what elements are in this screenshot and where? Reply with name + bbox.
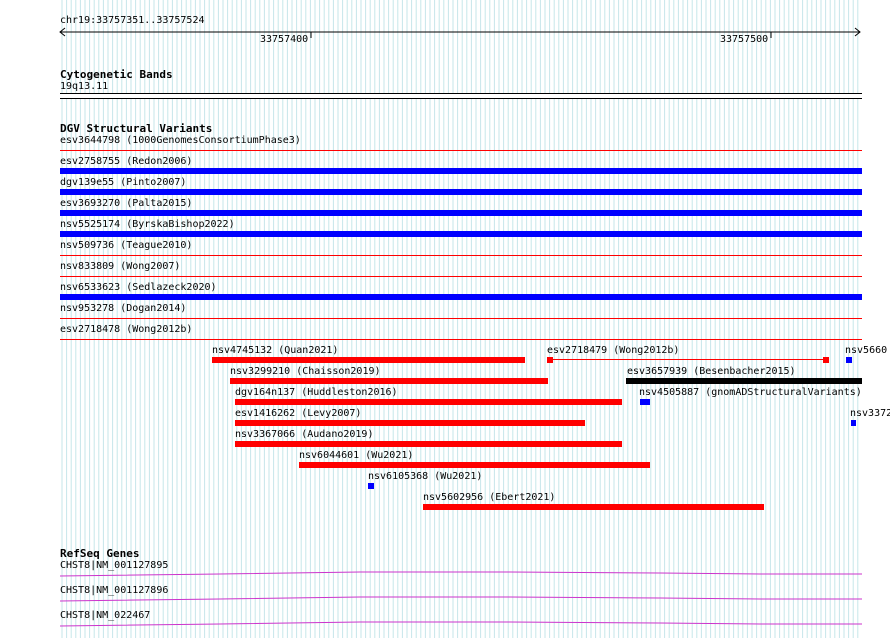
dgv-feature-label: nsv4745132 (Quan2021) [212, 345, 339, 356]
dgv-variant-line[interactable] [60, 276, 862, 277]
dgv-feature-label: nsv6044601 (Wu2021) [299, 450, 414, 461]
dgv-feature-label: nsv6105368 (Wu2021) [368, 471, 483, 482]
dgv-feature-block[interactable] [547, 357, 553, 363]
refseq-gene-line[interactable] [60, 620, 862, 628]
dgv-variant-line[interactable] [60, 255, 862, 256]
dgv-variant-label: esv2718478 (Wong2012b) [60, 324, 193, 335]
dgv-track-title: DGV Structural Variants [60, 122, 213, 135]
dgv-feature-line[interactable] [553, 359, 823, 360]
ruler-tick-label: 33757500 [720, 34, 769, 45]
dgv-variant-label: dgv139e55 (Pinto2007) [60, 177, 187, 188]
dgv-feature-bar[interactable] [640, 399, 650, 405]
dgv-feature-label: dgv164n137 (Huddleston2016) [235, 387, 398, 398]
dgv-variant-bar[interactable] [60, 210, 862, 216]
dgv-feature-block[interactable] [823, 357, 829, 363]
dgv-feature-label: nsv5602956 (Ebert2021) [423, 492, 556, 503]
cytoband-label: 19q13.11 [60, 81, 109, 92]
dgv-feature-bar[interactable] [851, 420, 856, 426]
dgv-feature-label: nsv5660 [845, 345, 888, 356]
dgv-feature-bar[interactable] [299, 462, 650, 468]
dgv-feature-bar[interactable] [368, 483, 374, 489]
dgv-feature-bar[interactable] [846, 357, 852, 363]
dgv-variant-label: esv2758755 (Redon2006) [60, 156, 193, 167]
ruler-tick-label: 33757400 [260, 34, 309, 45]
dgv-feature-label: nsv3372 [850, 408, 890, 419]
dgv-variant-label: nsv6533623 (Sedlazeck2020) [60, 282, 217, 293]
dgv-variant-line[interactable] [60, 318, 862, 319]
dgv-variant-line[interactable] [60, 150, 862, 151]
dgv-feature-label: nsv3299210 (Chaisson2019) [230, 366, 381, 377]
dgv-feature-bar[interactable] [235, 399, 622, 405]
dgv-variant-label: nsv953278 (Dogan2014) [60, 303, 187, 314]
dgv-variant-bar[interactable] [60, 168, 862, 174]
dgv-variant-label: nsv509736 (Teague2010) [60, 240, 193, 251]
dgv-variant-label: nsv5525174 (ByrskaBishop2022) [60, 219, 235, 230]
dgv-variant-bar[interactable] [60, 189, 862, 195]
dgv-feature-label: nsv4505887 (gnomADStructuralVariants) [639, 387, 862, 398]
dgv-feature-bar[interactable] [235, 420, 585, 426]
dgv-feature-bar[interactable] [235, 441, 622, 447]
dgv-feature-bar[interactable] [230, 378, 548, 384]
dgv-feature-label: esv3657939 (Besenbacher2015) [627, 366, 796, 377]
dgv-variant-label: esv3693270 (Palta2015) [60, 198, 193, 209]
dgv-feature-label: esv2718479 (Wong2012b) [547, 345, 680, 356]
refseq-gene-line[interactable] [60, 595, 862, 603]
refseq-gene-line[interactable] [60, 570, 862, 578]
dgv-variant-bar[interactable] [60, 231, 862, 237]
dgv-feature-label: nsv3367066 (Audano2019) [235, 429, 374, 440]
dgv-variant-line[interactable] [60, 339, 862, 340]
dgv-feature-label: esv1416262 (Levy2007) [235, 408, 362, 419]
cytoband-track-title: Cytogenetic Bands [60, 68, 173, 81]
dgv-feature-bar[interactable] [626, 378, 862, 384]
dgv-variant-bar[interactable] [60, 294, 862, 300]
refseq-track-title: RefSeq Genes [60, 547, 140, 560]
dgv-variant-label: esv3644798 (1000GenomesConsortiumPhase3) [60, 135, 301, 146]
dgv-variant-label: nsv833809 (Wong2007) [60, 261, 181, 272]
cytoband-glyph[interactable] [60, 93, 862, 99]
dgv-feature-bar[interactable] [423, 504, 764, 510]
dgv-feature-bar[interactable] [212, 357, 525, 363]
